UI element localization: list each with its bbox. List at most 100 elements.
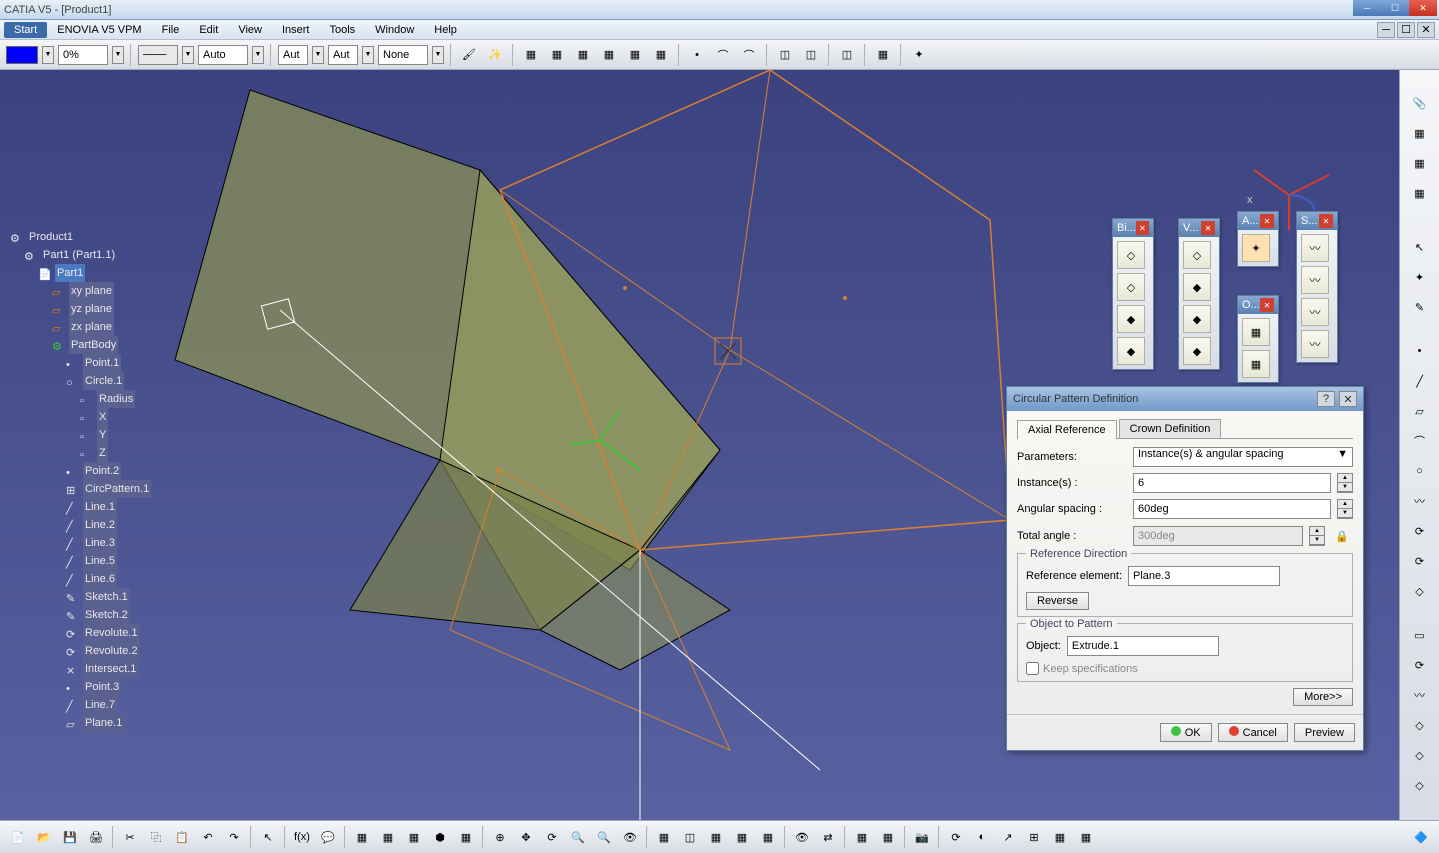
maximize-button[interactable]: ☐ [1381, 0, 1409, 16]
paste-icon[interactable]: 📋 [170, 825, 194, 849]
tool-icon[interactable]: ▦ [850, 825, 874, 849]
camera-icon[interactable]: 📷 [910, 825, 934, 849]
tree-item[interactable]: •Point.3 [10, 678, 151, 696]
tool-icon[interactable]: ▦ [652, 825, 676, 849]
tool-button[interactable]: ◆ [1117, 337, 1145, 365]
menu-file[interactable]: File [152, 22, 190, 38]
auto1-dropdown[interactable]: ▼ [252, 46, 264, 64]
color-picker[interactable] [6, 46, 38, 64]
tree-item[interactable]: ╱Line.1 [10, 498, 151, 516]
tree-item[interactable]: ▫Y [10, 426, 151, 444]
tree-plane[interactable]: ▱zx plane [10, 318, 151, 336]
tree-root[interactable]: ⚙Product1 [10, 228, 151, 246]
grid2-icon[interactable]: ▦ [872, 44, 894, 66]
cancel-button[interactable]: Cancel [1218, 723, 1288, 742]
tab-axial[interactable]: Axial Reference [1017, 420, 1117, 439]
menu-enovia[interactable]: ENOVIA V5 VPM [47, 22, 151, 38]
tree-item[interactable]: ╱Line.3 [10, 534, 151, 552]
tree-item[interactable]: ▫Radius [10, 390, 151, 408]
curve-icon[interactable]: ⌒ [1407, 428, 1433, 454]
tool-button[interactable]: 〰 [1301, 234, 1329, 262]
new-icon[interactable]: 📄 [6, 825, 30, 849]
tool-icon[interactable]: ▦ [402, 825, 426, 849]
refel-input[interactable] [1128, 566, 1280, 586]
close-icon[interactable]: ✕ [1201, 221, 1215, 235]
tool-button[interactable]: 〰 [1301, 298, 1329, 326]
compass-icon[interactable]: ✦ [1407, 264, 1433, 290]
tree-item[interactable]: ╱Line.2 [10, 516, 151, 534]
tool-icon[interactable]: ◐ [970, 825, 994, 849]
tool-icon[interactable]: ◇ [1407, 578, 1433, 604]
palette-s[interactable]: S...✕ 〰〰〰〰 [1296, 211, 1338, 363]
fit-icon[interactable]: ⊕ [488, 825, 512, 849]
revolve-icon[interactable]: ⟳ [1407, 652, 1433, 678]
comment-icon[interactable]: 💬 [316, 825, 340, 849]
circle-icon[interactable]: ○ [1407, 458, 1433, 484]
none-combo[interactable]: None [378, 45, 428, 65]
cube-icon[interactable]: ◫ [774, 44, 796, 66]
open-icon[interactable]: 📂 [32, 825, 56, 849]
opacity-dropdown[interactable]: ▼ [112, 46, 124, 64]
select-icon[interactable]: ↖ [256, 825, 280, 849]
palette-bi[interactable]: Bi...✕ ◇◇◆◆ [1112, 218, 1154, 370]
spacing-input[interactable] [1133, 499, 1331, 519]
brush-icon[interactable]: 🖌 [458, 44, 480, 66]
tree-plane[interactable]: ▱yz plane [10, 300, 151, 318]
tree-part1[interactable]: 📄Part1 [10, 264, 151, 282]
tree-item[interactable]: •Point.2 [10, 462, 151, 480]
tool-icon[interactable]: ▦ [520, 44, 542, 66]
palette-a[interactable]: A...✕ ✦ [1237, 211, 1279, 267]
dialog-close-button[interactable]: ✕ [1339, 391, 1357, 407]
tool-icon[interactable]: ▦ [1407, 150, 1433, 176]
zoom-out-icon[interactable]: 🔍 [592, 825, 616, 849]
reverse-button[interactable]: Reverse [1026, 592, 1089, 610]
doc-close-button[interactable]: ✕ [1417, 22, 1435, 38]
dialog-titlebar[interactable]: Circular Pattern Definition ? ✕ [1007, 387, 1363, 411]
tree-plane[interactable]: ▱xy plane [10, 282, 151, 300]
obj-input[interactable] [1067, 636, 1219, 656]
undo-icon[interactable]: ↶ [196, 825, 220, 849]
tree-item[interactable]: •Point.1 [10, 354, 151, 372]
none-dropdown[interactable]: ▼ [432, 46, 444, 64]
tool-icon[interactable]: ⊞ [1022, 825, 1046, 849]
tool-icon[interactable]: ▦ [704, 825, 728, 849]
minimize-button[interactable]: ─ [1353, 0, 1381, 16]
close-icon[interactable]: ✕ [1260, 214, 1274, 228]
feature-tree[interactable]: ⚙Product1 ⚙Part1 (Part1.1) 📄Part1 ▱xy pl… [10, 228, 151, 732]
tool-button[interactable]: ◆ [1183, 305, 1211, 333]
tree-item[interactable]: ╱Line.6 [10, 570, 151, 588]
auto2-dropdown[interactable]: ▼ [312, 46, 324, 64]
linetype-dropdown[interactable]: ▼ [182, 46, 194, 64]
parameters-combo[interactable]: Instance(s) & angular spacing▼ [1133, 447, 1353, 467]
tool-icon[interactable]: ▦ [756, 825, 780, 849]
tool-button[interactable]: ▦ [1242, 318, 1270, 346]
tool-icon[interactable]: 📎 [1407, 90, 1433, 116]
tree-item[interactable]: ╱Line.7 [10, 696, 151, 714]
arrow-icon[interactable]: ↖ [1407, 234, 1433, 260]
formula-icon[interactable]: f(x) [290, 825, 314, 849]
tool-icon[interactable]: ⬢ [428, 825, 452, 849]
tool-icon[interactable]: ▦ [1074, 825, 1098, 849]
tree-item[interactable]: ✎Sketch.2 [10, 606, 151, 624]
lock-icon[interactable]: 🔒 [1331, 525, 1353, 547]
auto3-combo[interactable]: Aut [328, 45, 358, 65]
tool-button[interactable]: ◇ [1183, 241, 1211, 269]
tree-item[interactable]: ▫Z [10, 444, 151, 462]
point-icon[interactable]: • [1407, 338, 1433, 364]
plane-icon[interactable]: ▱ [1407, 398, 1433, 424]
tool-icon[interactable]: ▦ [350, 825, 374, 849]
tree-part[interactable]: ⚙Part1 (Part1.1) [10, 246, 151, 264]
auto1-combo[interactable]: Auto [198, 45, 248, 65]
star-icon[interactable]: ✦ [908, 44, 930, 66]
tool-icon[interactable]: ▦ [730, 825, 754, 849]
tool-icon[interactable]: ▦ [598, 44, 620, 66]
tree-item[interactable]: ⨯Intersect.1 [10, 660, 151, 678]
menu-view[interactable]: View [228, 22, 272, 38]
auto3-dropdown[interactable]: ▼ [362, 46, 374, 64]
close-icon[interactable]: ✕ [1260, 298, 1274, 312]
tree-item[interactable]: ⊞CircPattern.1 [10, 480, 151, 498]
tree-item[interactable]: ✎Sketch.1 [10, 588, 151, 606]
spinner[interactable]: ▲▼ [1309, 526, 1325, 546]
tool-icon[interactable]: ▦ [546, 44, 568, 66]
tree-item[interactable]: ▱Plane.1 [10, 714, 151, 732]
